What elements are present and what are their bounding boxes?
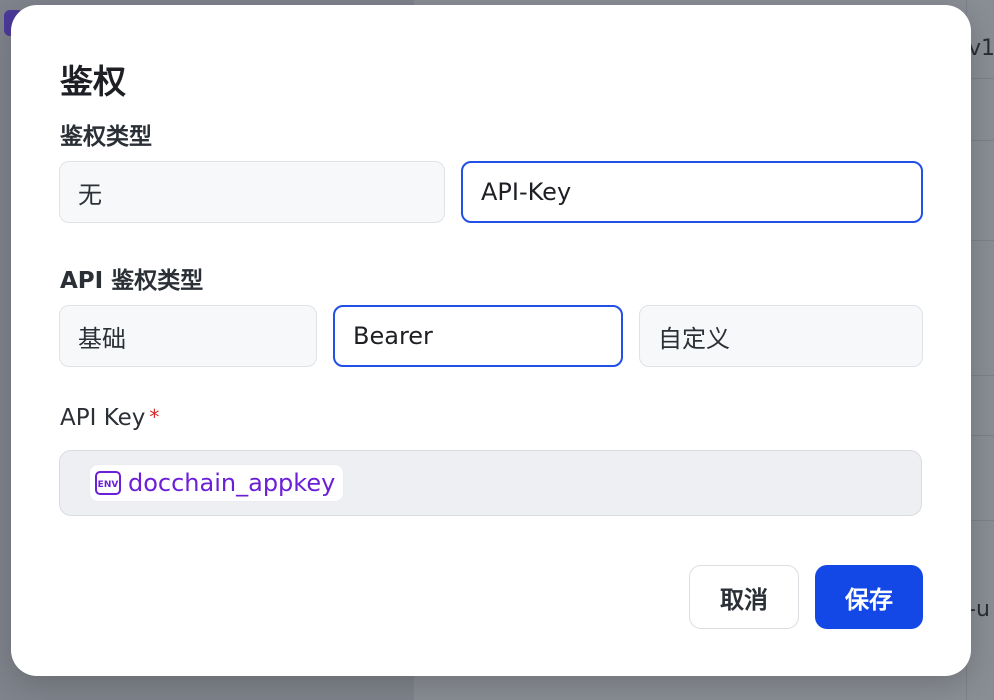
env-variable-name: docchain_appkey (128, 469, 336, 497)
api-key-label: API Key * (60, 405, 159, 431)
api-auth-type-option-basic[interactable]: 基础 (59, 305, 317, 367)
save-button[interactable]: 保存 (815, 565, 923, 629)
env-icon-text: ENV (98, 480, 119, 490)
env-icon: ENV (95, 471, 121, 495)
required-mark: * (149, 405, 160, 429)
auth-type-option-api-key[interactable]: API-Key (461, 161, 923, 223)
api-auth-type-option-custom[interactable]: 自定义 (639, 305, 923, 367)
cancel-button[interactable]: 取消 (689, 565, 799, 629)
api-auth-type-label: API 鉴权类型 (60, 268, 204, 294)
auth-dialog: 鉴权 鉴权类型 无 API-Key API 鉴权类型 基础 Bearer 自定义… (11, 5, 971, 676)
dialog-title: 鉴权 (60, 62, 126, 101)
auth-type-label: 鉴权类型 (60, 124, 152, 150)
api-key-label-text: API Key (60, 405, 146, 431)
env-variable-chip[interactable]: ENV docchain_appkey (90, 465, 344, 501)
auth-type-option-none[interactable]: 无 (59, 161, 445, 223)
api-auth-type-option-bearer[interactable]: Bearer (333, 305, 623, 367)
background-text-fragment: -u (968, 597, 990, 622)
api-key-field[interactable]: ENV docchain_appkey (59, 450, 922, 516)
background-url-fragment: v1/ (968, 36, 994, 61)
